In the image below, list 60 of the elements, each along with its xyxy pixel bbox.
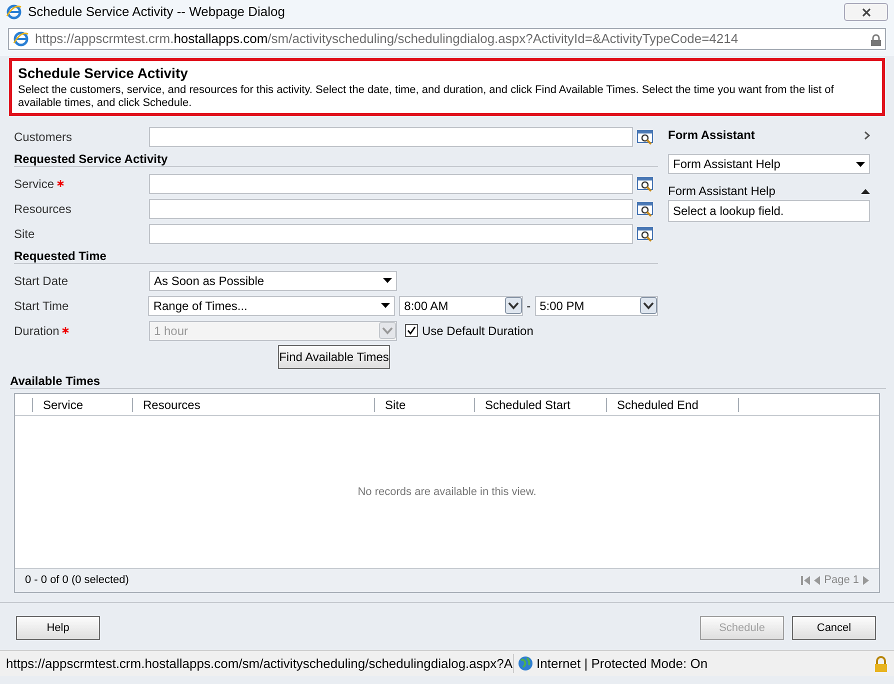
field-label: Duration — [14, 322, 60, 340]
section-heading: Available Times — [10, 371, 886, 389]
lookup-field[interactable] — [149, 198, 633, 218]
instructions-text: Select the customers, service, and resources for this activity. Select the date, time, and duration, and click Find Available Times. Select the time you want from the list of available times, and click Schedule. — [18, 84, 835, 110]
section-heading: Requested Time — [14, 246, 658, 264]
dropdown-arrow-icon[interactable] — [381, 303, 390, 308]
time-dropdown[interactable]: 5:00 PM — [534, 296, 658, 316]
column-header[interactable]: Scheduled Start — [475, 398, 607, 412]
lookup-icon[interactable] — [637, 176, 654, 192]
record-count: 0 - 0 of 0 (0 selected) — [25, 573, 129, 588]
required-icon — [62, 327, 70, 334]
field-label: Start Time — [14, 298, 69, 314]
dropdown[interactable]: Range of Times... — [148, 296, 396, 316]
collapse-arrow-icon[interactable] — [861, 188, 870, 194]
help-button[interactable]: Help — [16, 616, 100, 640]
window-title: Schedule Service Activity -- Webpage Dialog — [28, 3, 285, 22]
lookup-field[interactable] — [149, 126, 633, 146]
page-number: Page 1 — [824, 573, 859, 588]
required-icon — [57, 180, 64, 187]
lookup-icon[interactable] — [637, 128, 654, 144]
assistant-panel-title: Form Assistant Help — [668, 183, 776, 200]
field-label: Site — [14, 226, 35, 242]
field-label: Customers — [14, 128, 72, 146]
column-header[interactable]: Scheduled End — [607, 398, 739, 412]
assistant-help-text: Select a lookup field. — [668, 200, 870, 222]
security-zone: Internet | Protected Mode: On — [536, 654, 708, 673]
panel-title: Schedule Service Activity — [18, 64, 189, 83]
dialog-button: Schedule — [700, 616, 784, 640]
browser-icon — [13, 31, 29, 47]
time-dropdown[interactable]: 8:00 AM — [399, 296, 523, 316]
dropdown[interactable]: As Soon as Possible — [149, 270, 397, 290]
column-header[interactable]: Service — [33, 398, 133, 412]
section-heading: Requested Service Activity — [14, 149, 658, 167]
status-url: https://appscrmtest.crm.hostallapps.com/sm/activityscheduling/schedulingdialog.aspx?A — [6, 654, 513, 673]
lock-icon — [871, 34, 881, 46]
dialog-button[interactable]: Cancel — [792, 616, 876, 640]
duration-dropdown: 1 hour — [149, 320, 397, 340]
field-label: Service — [14, 176, 54, 192]
find-available-times-button[interactable]: Find Available Times — [278, 345, 390, 369]
browser-icon — [6, 4, 22, 20]
close-icon — [862, 8, 870, 16]
assistant-title: Form Assistant — [668, 127, 755, 144]
chevron-right-icon[interactable] — [864, 130, 870, 140]
lookup-icon[interactable] — [637, 200, 654, 216]
checkbox-label: Use Default Duration — [422, 322, 534, 340]
lookup-icon[interactable] — [637, 226, 654, 242]
field-label: Resources — [14, 200, 72, 218]
empty-message: No records are available in this view. — [358, 484, 536, 500]
column-header[interactable]: Site — [375, 398, 475, 412]
lookup-field[interactable] — [149, 224, 633, 244]
field-label: Start Date — [14, 272, 68, 290]
lock-icon — [874, 656, 888, 672]
globe-icon — [518, 656, 533, 671]
close-button[interactable] — [844, 3, 888, 21]
separator: - — [526, 298, 531, 314]
assistant-dropdown[interactable]: Form Assistant Help — [668, 154, 870, 174]
dropdown-arrow-icon[interactable] — [383, 278, 392, 283]
lookup-field[interactable] — [149, 174, 633, 194]
column-header[interactable]: Resources — [133, 398, 375, 412]
dropdown-arrow-icon[interactable] — [856, 162, 865, 166]
